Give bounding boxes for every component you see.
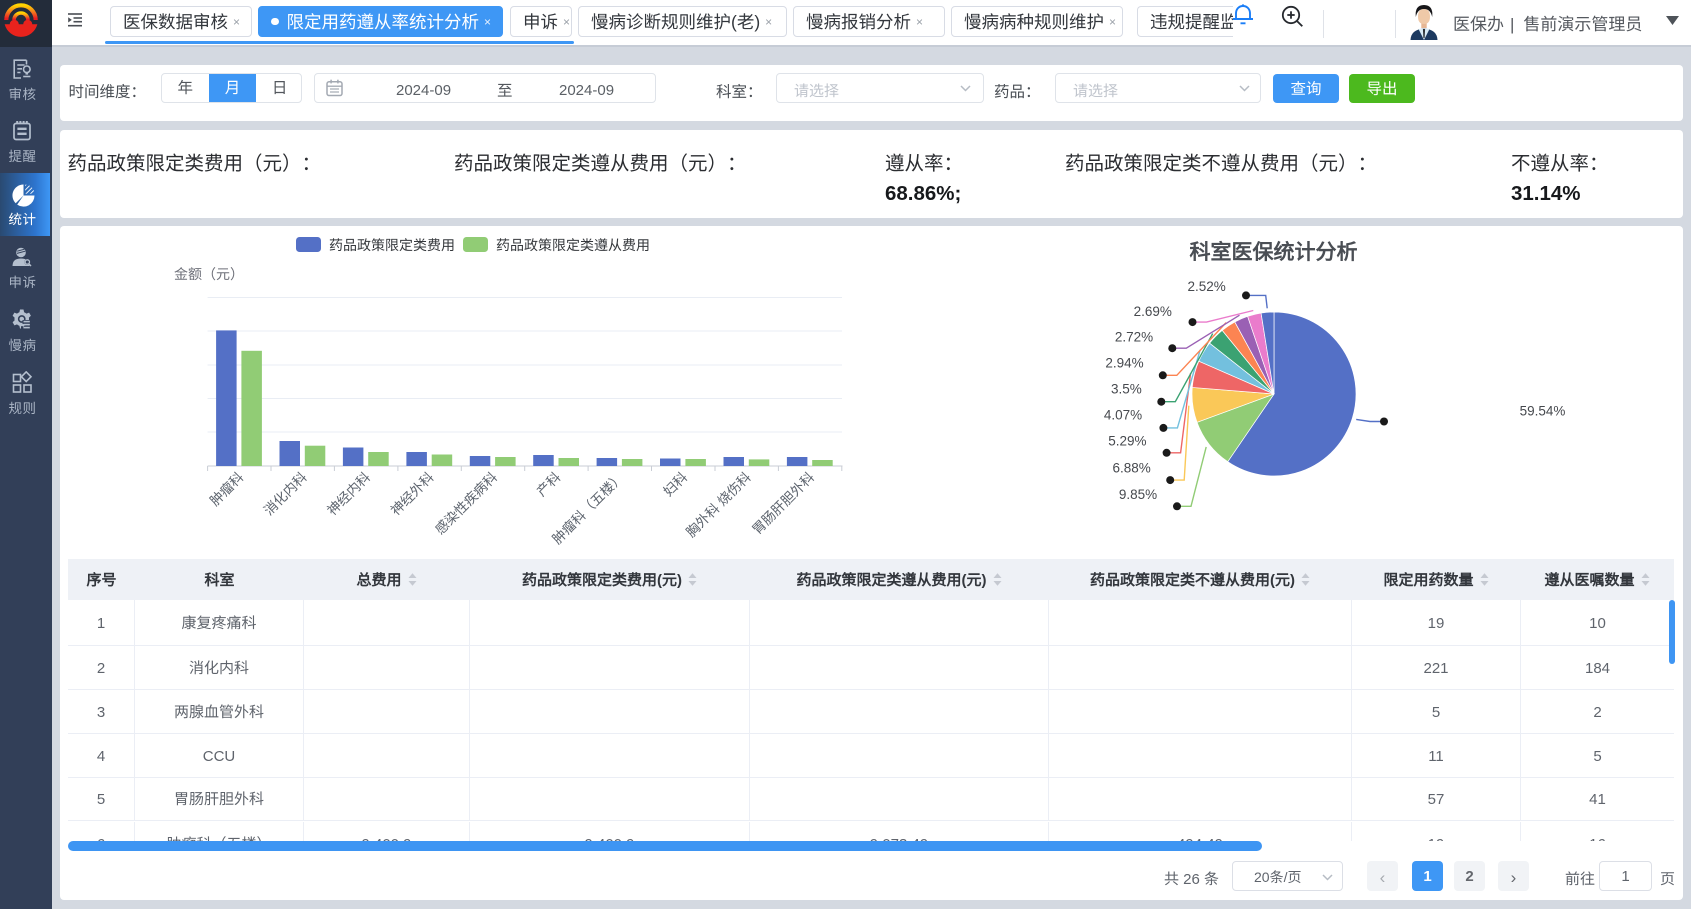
svg-text:2.69%: 2.69% xyxy=(1134,300,1172,320)
svg-text:药品政策限定类费用: 药品政策限定类费用 xyxy=(329,235,455,255)
svg-text:3.5%: 3.5% xyxy=(1111,378,1142,398)
svg-text:神经外科: 神经外科 xyxy=(385,466,438,519)
svg-text:4.07%: 4.07% xyxy=(1104,403,1142,423)
svg-text:药品政策限定类遵从费用: 药品政策限定类遵从费用 xyxy=(496,235,650,255)
svg-text:9.85%: 9.85% xyxy=(1119,483,1157,503)
svg-text:金额（元）: 金额（元） xyxy=(174,264,244,284)
svg-text:2.94%: 2.94% xyxy=(1105,351,1143,371)
svg-text:科室医保统计分析: 科室医保统计分析 xyxy=(1190,236,1358,266)
svg-text:2.52%: 2.52% xyxy=(1187,275,1225,295)
svg-text:消化内科: 消化内科 xyxy=(258,466,311,519)
svg-text:妇科: 妇科 xyxy=(658,466,692,500)
svg-text:感染性疾病科: 感染性疾病科 xyxy=(429,466,501,538)
svg-text:胸外科 烧伤科: 胸外科 烧伤科 xyxy=(680,466,754,540)
svg-text:6.88%: 6.88% xyxy=(1112,457,1150,477)
svg-text:产科: 产科 xyxy=(531,466,565,500)
svg-text:肿瘤科: 肿瘤科 xyxy=(204,466,247,509)
svg-text:5.29%: 5.29% xyxy=(1108,430,1146,450)
svg-text:59.54%: 59.54% xyxy=(1520,400,1566,420)
svg-text:2.72%: 2.72% xyxy=(1115,326,1153,346)
svg-text:胃肠肝胆外科: 胃肠肝胆外科 xyxy=(747,466,819,538)
svg-text:神经内科: 神经内科 xyxy=(322,466,375,519)
